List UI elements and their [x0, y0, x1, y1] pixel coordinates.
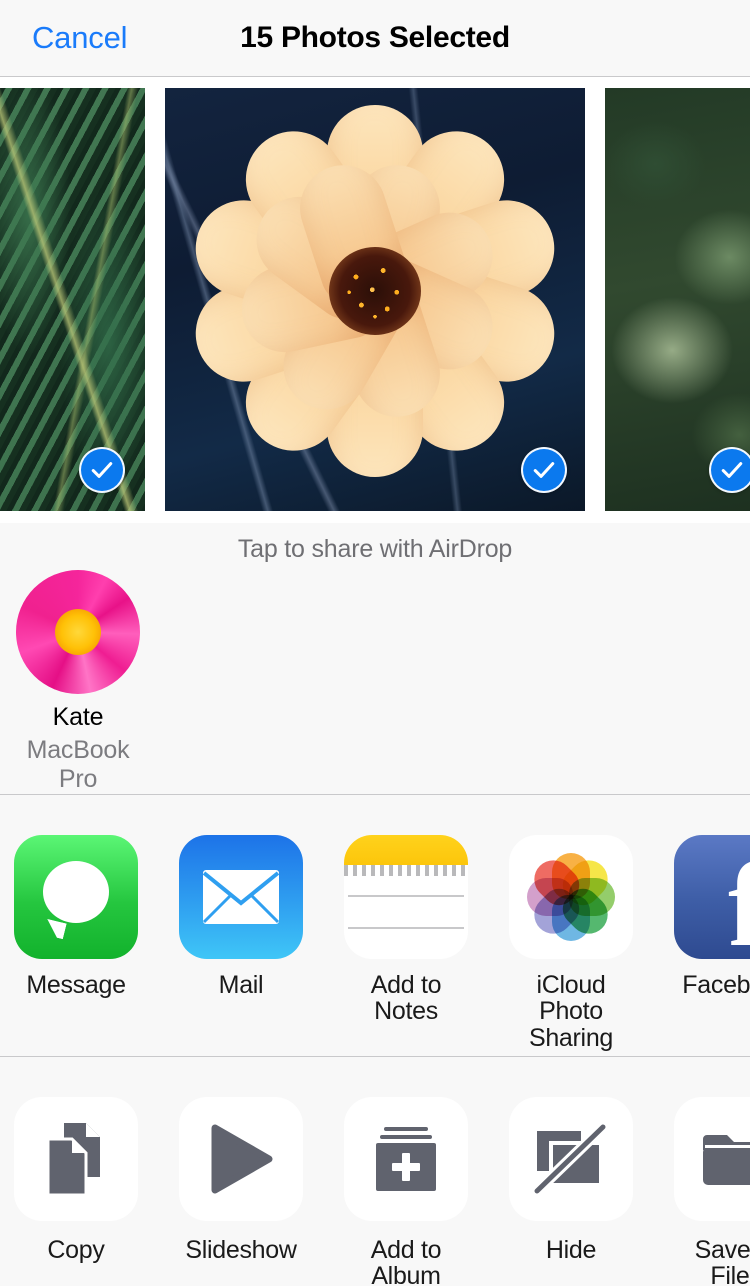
airdrop-contact-list: Kate MacBook Pro [0, 564, 750, 794]
avatar [16, 570, 140, 694]
photo-selected-checkmark-icon[interactable] [79, 447, 125, 493]
share-sheet: Cancel 15 Photos Selected Tap to share w… [0, 0, 750, 1286]
photos-icon [509, 835, 633, 959]
action-hide[interactable]: Hide [509, 1097, 633, 1286]
share-target-label: Mail [218, 971, 264, 999]
photo-thumbnail[interactable] [605, 88, 750, 511]
action-copy[interactable]: Copy [14, 1097, 138, 1286]
share-target-mail[interactable]: Mail [179, 835, 303, 1051]
share-target-label: iCloud Photo Sharing [528, 971, 614, 1052]
action-save-to-files[interactable]: Save to Files [674, 1097, 750, 1286]
add-to-album-icon [344, 1097, 468, 1221]
action-label: Hide [545, 1236, 597, 1264]
action-label: Add to Album [370, 1236, 442, 1286]
share-target-message[interactable]: Message [14, 835, 138, 1051]
share-target-add-to-notes[interactable]: Add to Notes [344, 835, 468, 1051]
messages-icon [14, 835, 138, 959]
selected-photos-strip[interactable] [0, 77, 750, 523]
folder-icon [674, 1097, 750, 1221]
share-target-label: Message [26, 971, 126, 999]
copy-icon [14, 1097, 138, 1221]
photo-thumbnail[interactable] [0, 88, 145, 511]
airdrop-contact-name: Kate [52, 703, 104, 731]
airdrop-hint-label: Tap to share with AirDrop [237, 535, 513, 563]
photo-selected-checkmark-icon[interactable] [521, 447, 567, 493]
notes-icon [344, 835, 468, 959]
photo-selected-checkmark-icon[interactable] [709, 447, 750, 493]
photo-thumbnail[interactable] [165, 88, 585, 511]
page-title: 15 Photos Selected [240, 21, 510, 54]
share-target-label: Add to Notes [370, 971, 442, 1026]
share-sheet-header: Cancel 15 Photos Selected [0, 0, 750, 77]
facebook-icon: f [674, 835, 750, 959]
mail-icon [179, 835, 303, 959]
peach-dahlia-flower-photo [165, 88, 585, 511]
flower-center [329, 247, 421, 336]
play-icon [179, 1097, 303, 1221]
share-target-label: Facebook [682, 971, 750, 999]
share-target-icloud-photo-sharing[interactable]: iCloud Photo Sharing [509, 835, 633, 1051]
action-label: Save to Files [694, 1236, 750, 1286]
fern-leaves-photo [0, 88, 145, 511]
airdrop-contact-device: MacBook Pro [26, 736, 130, 793]
action-label: Slideshow [185, 1236, 297, 1264]
action-slideshow[interactable]: Slideshow [179, 1097, 303, 1286]
hide-icon [509, 1097, 633, 1221]
action-label: Copy [47, 1236, 105, 1264]
share-actions-row[interactable]: Copy Slideshow Add to Album Hide Save Fi… [0, 1057, 750, 1286]
action-add-to-album[interactable]: Add to Album [344, 1097, 468, 1286]
airdrop-contact-kate[interactable]: Kate MacBook Pro [14, 570, 142, 794]
airdrop-section: Tap to share with AirDrop Kate MacBook P… [0, 523, 750, 795]
share-target-facebook[interactable]: f Facebook [674, 835, 750, 1051]
share-apps-row[interactable]: Message Mail Add to Notes iCloud Photo S… [0, 795, 750, 1057]
